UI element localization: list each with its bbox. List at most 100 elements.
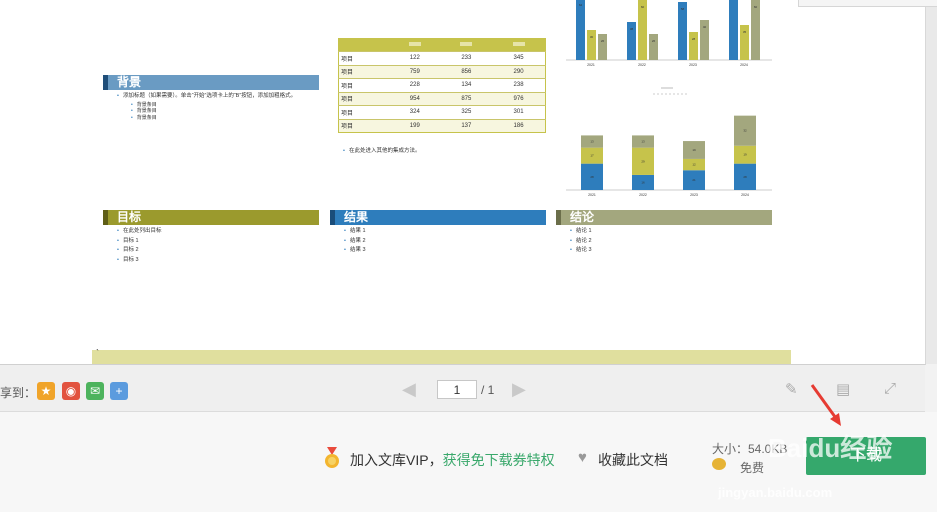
table-cell: 325: [440, 105, 493, 119]
table-header: [338, 38, 546, 52]
bar-value-label: 35: [743, 30, 747, 34]
bar: [751, 0, 760, 60]
share-label: 享到：: [0, 386, 37, 400]
table-row: 项目 228 134 238: [338, 78, 546, 92]
bar-value-label: 28: [590, 175, 594, 179]
result-list: 结果 1 结果 2 结果 3: [344, 227, 544, 256]
x-tick-label: 2024: [740, 63, 748, 67]
wechat-icon[interactable]: ✉: [86, 382, 104, 400]
x-tick-label: 2023: [690, 193, 698, 197]
vip-promo[interactable]: 加入文库VIP，获得免下载券特权: [350, 450, 555, 470]
document-preview: 背景 添加标题（如果需要）。单击“开始”选项卡上的“B”按钮，添加加粗格式。 背…: [0, 0, 926, 365]
bar-value-label: 16: [641, 180, 645, 184]
bar-value-label: 29: [641, 159, 645, 163]
list-item: 在此处列出目标: [117, 227, 317, 237]
right-panel-tab: [798, 0, 937, 7]
table-cell: 233: [440, 51, 493, 65]
goal-list: 在此处列出目标 目标 1 目标 2 目标 3: [117, 227, 317, 265]
bar-value-label: 26: [601, 39, 605, 43]
bar-value-label: 28: [692, 37, 696, 41]
bar-value-label: 17: [590, 154, 594, 158]
prev-page-icon[interactable]: ◀: [402, 379, 416, 400]
list-item: 背景条目: [117, 115, 327, 122]
list-item: 添加标题（如果需要）。单击“开始”选项卡上的“B”按钮，添加加粗格式。: [117, 92, 327, 102]
table-row: 项目 324 325 301: [338, 105, 546, 119]
vip-link[interactable]: 获得免下载券特权: [443, 452, 555, 468]
x-tick-label: 2022: [639, 193, 647, 197]
bar-value-label: 62: [579, 3, 583, 7]
bar: [638, 0, 647, 60]
x-tick-label: 2024: [741, 193, 749, 197]
list-item: 结果 2: [344, 237, 544, 247]
table-cell: 137: [440, 118, 493, 133]
conclusion-list: 结论 1 结论 2 结论 3: [570, 227, 770, 256]
bar-value-label: 60: [641, 5, 645, 9]
list-item: 结果 1: [344, 227, 544, 237]
table-cell: 301: [492, 105, 546, 119]
background-list: 添加标题（如果需要）。单击“开始”选项卡上的“B”按钮，添加加粗格式。 背景条目…: [117, 92, 327, 121]
goal-heading: 目标: [103, 210, 319, 225]
table-cell: 875: [440, 91, 493, 106]
watermark-url: jingyan.baidu.com: [718, 485, 833, 500]
table-cell: 134: [440, 78, 493, 92]
table-cell: 项目: [338, 118, 389, 133]
edit-pencil-icon[interactable]: ✎: [785, 380, 798, 398]
x-tick-label: 2022: [638, 63, 646, 67]
vip-medal-icon: [325, 447, 339, 468]
x-tick-label: 2023: [689, 63, 697, 67]
heart-icon[interactable]: ♥: [578, 449, 587, 466]
list-item: 结论 2: [570, 237, 770, 247]
price-label: 免费: [740, 461, 765, 475]
result-heading: 结果: [330, 210, 546, 225]
right-scroll-strip[interactable]: [798, 0, 937, 364]
table-cell: 290: [492, 64, 546, 79]
vip-text: 加入文库VIP，: [350, 452, 443, 468]
table-row: 项目 759 856 290: [338, 64, 546, 79]
list-item: 目标 2: [117, 246, 317, 256]
bar-value-label: 12: [692, 163, 696, 167]
weibo-icon[interactable]: ◉: [62, 382, 80, 400]
list-item: 结论 3: [570, 246, 770, 256]
table-cell: 项目: [338, 91, 389, 106]
bar-value-label: 38: [630, 27, 634, 31]
table-row: 项目 122 233 345: [338, 51, 546, 65]
fullscreen-icon[interactable]: ⤢: [884, 380, 896, 397]
x-tick-label: 2021: [587, 63, 595, 67]
bar-value-label: 28: [743, 175, 747, 179]
bar-value-label: 13: [641, 140, 645, 144]
bar-value-label: 21: [692, 178, 696, 182]
plus-icon[interactable]: +: [110, 382, 128, 400]
star-icon[interactable]: ★: [37, 382, 55, 400]
bar: [729, 0, 738, 60]
favorite-link[interactable]: 收藏此文档: [598, 450, 668, 470]
bar-value-label: 19: [692, 148, 696, 152]
table-cell: 199: [389, 118, 441, 133]
table-cell: 759: [389, 64, 441, 79]
list-item: 目标 1: [117, 237, 317, 247]
bar-value-label: 32: [743, 129, 747, 133]
table-cell: 238: [492, 78, 546, 92]
table-cell: 项目: [338, 105, 389, 119]
bar: [598, 34, 607, 60]
conclusion-heading: 结论: [556, 210, 772, 225]
coin-icon: [712, 458, 726, 470]
table-cell: 954: [389, 91, 441, 106]
x-tick-label: 2021: [588, 193, 596, 197]
table-cell: 324: [389, 105, 441, 119]
table-cell: 856: [440, 64, 493, 79]
next-page-icon[interactable]: ▶: [512, 379, 526, 400]
table-cell: 976: [492, 91, 546, 106]
bar-value-label: 30: [590, 35, 594, 39]
data-table: 项目 122 233 345 项目 759 856 290 项目 228 134 238 项目 954 87…: [338, 38, 546, 133]
table-cell: 122: [389, 51, 441, 65]
table-cell: 228: [389, 78, 441, 92]
stacked-bar-chart: 28 17 13 2021 16 29 13 2022 21 12 19 2023 28 19 32 2024: [566, 87, 772, 197]
table-row: 项目 199 137 186: [338, 118, 546, 133]
table-cell: 345: [492, 51, 546, 65]
table-cell: 项目: [338, 51, 389, 65]
poster-footer-band: `: [92, 348, 791, 364]
bar-value-label: 68: [732, 0, 736, 1]
bar-value-label: 19: [743, 153, 747, 157]
page-number-input[interactable]: 1: [437, 380, 477, 399]
bar-value-label: 26: [652, 39, 656, 43]
